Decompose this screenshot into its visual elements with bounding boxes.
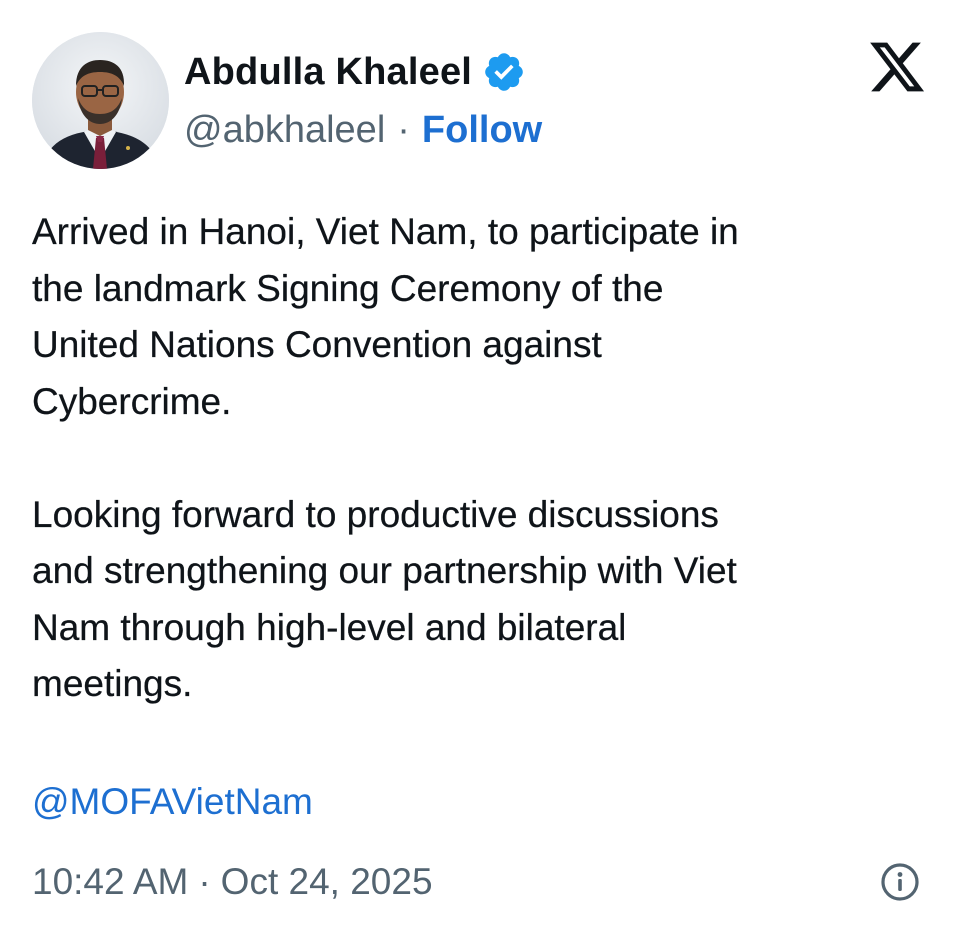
follow-button[interactable]: Follow [422, 109, 542, 152]
tweet-text: Arrived in Hanoi, Viet Nam, to participa… [32, 204, 922, 713]
tweet-card: Abdulla Khaleel @abkhaleel · Follow Arri… [0, 0, 957, 937]
tweet-paragraph-2: Looking forward to productive discussion… [32, 493, 737, 704]
author-handle[interactable]: @abkhaleel [184, 109, 385, 152]
mention-link[interactable]: @MOFAVietNam [32, 774, 313, 830]
x-logo-icon[interactable] [866, 37, 928, 97]
tweet-time: 10:42 AM [32, 861, 189, 902]
handle-separator: · [397, 108, 410, 151]
author-handle-row: @abkhaleel · Follow [184, 108, 542, 152]
author-display-name[interactable]: Abdulla Khaleel [184, 51, 472, 94]
info-icon[interactable] [880, 862, 920, 902]
verified-badge-icon [482, 50, 526, 94]
meta-separator: · [198, 861, 211, 902]
tweet-paragraph-1: Arrived in Hanoi, Viet Nam, to participa… [32, 211, 739, 422]
author-name-row: Abdulla Khaleel [184, 50, 526, 94]
tweet-date: Oct 24, 2025 [220, 861, 433, 902]
avatar-photo [32, 32, 169, 169]
avatar[interactable] [32, 32, 169, 169]
tweet-timestamp[interactable]: 10:42 AM · Oct 24, 2025 [32, 854, 433, 910]
